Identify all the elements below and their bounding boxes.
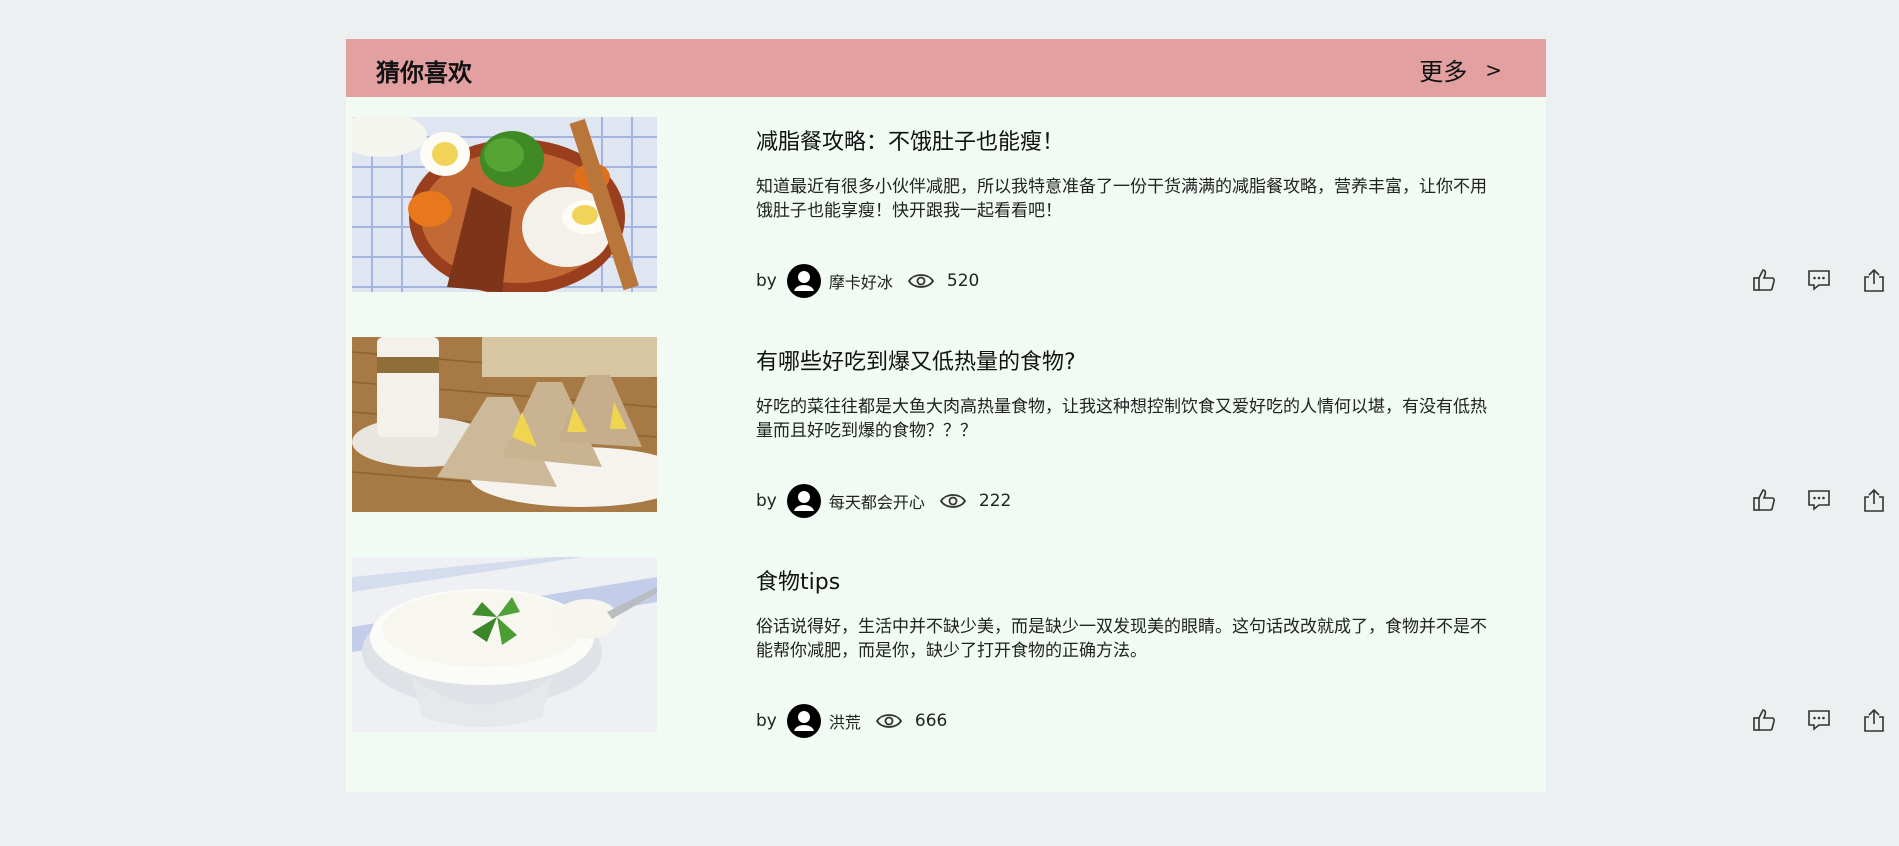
view-count: 666: [914, 711, 948, 731]
by-label: by: [756, 271, 777, 291]
author-name[interactable]: 每天都会开心: [829, 489, 925, 513]
article-description: 知道最近有很多小伙伴减肥，所以我特意准备了一份干货满满的减脂餐攻略，营养丰富，让…: [756, 177, 1487, 221]
by-label: by: [756, 711, 777, 731]
share-icon[interactable]: [1861, 707, 1887, 733]
bento-lunch-image: [352, 117, 657, 292]
article-actions: [1751, 267, 1899, 293]
more-link[interactable]: 更多 >: [1419, 52, 1502, 87]
sandwich-image: [352, 337, 657, 512]
article-description: 俗话说得好，生活中并不缺少美，而是缺少一双发现美的眼睛。这句话改改就成了，食物并…: [756, 617, 1487, 661]
comment-icon[interactable]: [1806, 707, 1832, 733]
article-actions: [1751, 707, 1899, 733]
eye-icon: [907, 274, 934, 288]
article-title[interactable]: 有哪些好吃到爆又低热量的食物?: [756, 344, 1076, 376]
author-name[interactable]: 摩卡好冰: [829, 269, 893, 293]
yogurt-image: [352, 557, 657, 732]
more-label: 更多: [1419, 58, 1468, 86]
article-title[interactable]: 减脂餐攻略：不饿肚子也能瘦！: [756, 124, 1064, 156]
article-item[interactable]: 食物tips 俗话说得好，生活中并不缺少美，而是缺少一双发现美的眼睛。这句话改改…: [346, 557, 1884, 738]
article-meta: by 摩卡好冰 520: [756, 264, 979, 298]
article-thumbnail[interactable]: [352, 557, 657, 732]
share-icon[interactable]: [1861, 267, 1887, 293]
article-thumbnail[interactable]: [352, 337, 657, 512]
article-meta: by 每天都会开心 222: [756, 484, 1011, 518]
thumbs-up-icon[interactable]: [1751, 707, 1777, 733]
eye-icon: [939, 494, 966, 508]
chevron-right-icon: >: [1485, 57, 1502, 82]
section-title: 猜你喜欢: [376, 59, 472, 87]
thumbs-up-icon[interactable]: [1751, 487, 1777, 513]
view-count: 520: [946, 271, 980, 291]
comment-icon[interactable]: [1806, 487, 1832, 513]
section-header: 猜你喜欢 更多 >: [346, 39, 1546, 97]
thumbs-up-icon[interactable]: [1751, 267, 1777, 293]
by-label: by: [756, 491, 777, 511]
user-avatar-icon[interactable]: [786, 484, 821, 518]
view-count: 222: [978, 491, 1012, 511]
article-item[interactable]: 减脂餐攻略：不饿肚子也能瘦！ 知道最近有很多小伙伴减肥，所以我特意准备了一份干货…: [346, 117, 1884, 298]
eye-icon: [875, 714, 902, 728]
user-avatar-icon[interactable]: [786, 704, 821, 738]
article-meta: by 洪荒 666: [756, 704, 947, 738]
comment-icon[interactable]: [1806, 267, 1832, 293]
article-title[interactable]: 食物tips: [756, 564, 840, 596]
author-name[interactable]: 洪荒: [829, 709, 861, 733]
article-thumbnail[interactable]: [352, 117, 657, 292]
article-description: 好吃的菜往往都是大鱼大肉高热量食物，让我这种想控制饮食又爱好吃的人情何以堪，有没…: [756, 397, 1487, 441]
recommend-panel: 猜你喜欢 更多 > 减脂餐攻略：不饿肚子也能瘦！ 知道最近有很多小伙伴减肥，所以…: [346, 39, 1884, 792]
article-actions: [1751, 487, 1899, 513]
share-icon[interactable]: [1861, 487, 1887, 513]
article-item[interactable]: 有哪些好吃到爆又低热量的食物? 好吃的菜往往都是大鱼大肉高热量食物，让我这种想控…: [346, 337, 1884, 518]
user-avatar-icon[interactable]: [786, 264, 821, 298]
